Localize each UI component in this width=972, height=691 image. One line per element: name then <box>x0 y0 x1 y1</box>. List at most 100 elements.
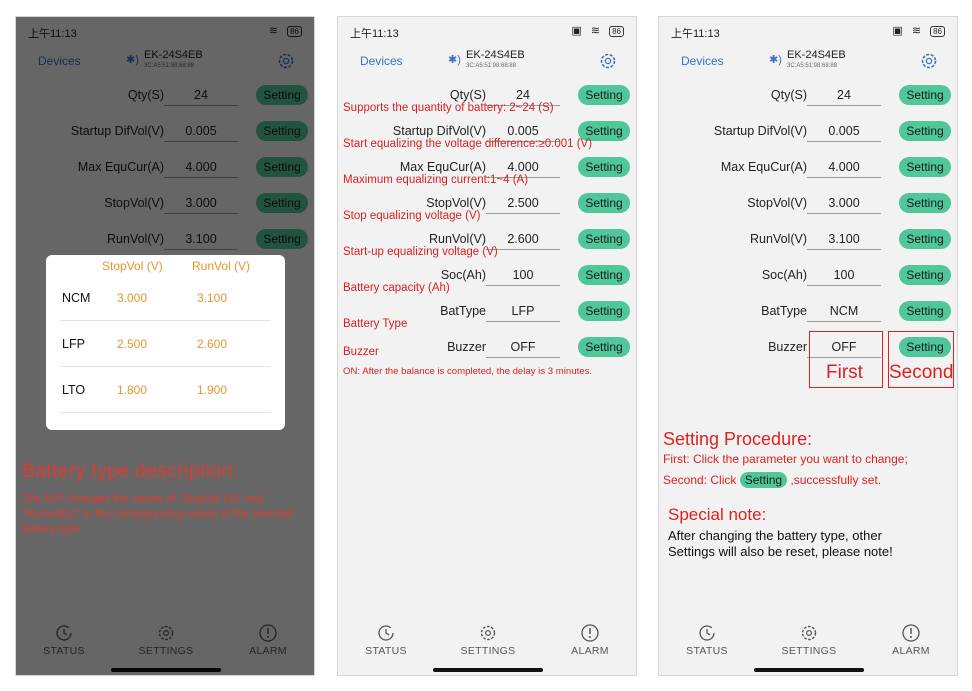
second-label: Second <box>889 362 954 383</box>
dialog-option-lfp[interactable]: LFP 2.500 2.600 <box>60 321 271 367</box>
option-stopvol: 3.000 <box>117 291 148 305</box>
nav-label: STATUS <box>365 645 407 657</box>
param-label: RunVol(V) <box>429 232 486 246</box>
param-label: Max EquCur(A) <box>399 160 486 174</box>
setting-button[interactable]: Setting <box>578 337 630 357</box>
param-row: Startup DifVol(V)0.005 Setting <box>659 120 957 144</box>
param-value-field[interactable]: 4.000 <box>807 160 881 178</box>
setting-button[interactable]: Setting <box>899 157 951 177</box>
procedure-title: Setting Procedure: <box>663 429 813 449</box>
param-value-field[interactable]: OFF <box>486 340 560 358</box>
app-header: Devices ✱) EK-24S4EB 3C:A5:51:98:68:88 <box>659 45 957 87</box>
param-label: Startup DifVol(V) <box>392 124 486 138</box>
dialog-col-runvol: RunVol (V) <box>192 259 251 273</box>
param-value-field[interactable]: 3.100 <box>807 232 881 250</box>
param-value-field[interactable]: 100 <box>486 268 560 286</box>
bottom-nav: STATUS SETTINGS ALARM <box>338 619 636 665</box>
param-row: StopVol(V)3.000 Setting <box>659 192 957 216</box>
setting-button[interactable]: Setting <box>578 265 630 285</box>
alert-icon <box>902 624 920 642</box>
home-indicator <box>433 668 543 672</box>
wifi-icon: ≋ <box>911 25 925 37</box>
gear-icon <box>480 625 496 641</box>
special-note-text: After changing the battery type, other S… <box>668 528 893 559</box>
device-name: EK-24S4EB <box>466 49 525 61</box>
param-label: Startup DifVol(V) <box>713 124 807 138</box>
devices-button[interactable]: Devices <box>360 54 403 68</box>
option-name: LTO <box>62 383 86 397</box>
param-note: Start equalizing the voltage difference:… <box>343 138 593 150</box>
dialog-option-lto[interactable]: LTO 1.800 1.900 <box>60 367 271 413</box>
status-time: 上午11:13 <box>671 28 720 40</box>
setting-button[interactable]: Setting <box>899 229 951 249</box>
option-runvol: 2.600 <box>197 337 228 351</box>
alert-icon <box>581 624 599 642</box>
gear-icon[interactable] <box>598 51 618 71</box>
param-value-field[interactable]: 3.000 <box>807 196 881 214</box>
nav-settings[interactable]: SETTINGS <box>769 623 849 657</box>
param-label: Qty(S) <box>449 88 486 102</box>
setting-button[interactable]: Setting <box>899 265 951 285</box>
param-note: Battery capacity (Ah) <box>343 282 450 294</box>
param-row: Max EquCur(A)4.000 Setting <box>659 156 957 180</box>
param-label: Buzzer <box>768 340 807 354</box>
setting-button[interactable]: Setting <box>578 85 630 105</box>
option-name: NCM <box>62 291 91 305</box>
device-mac: 3C:A5:51:98:68:88 <box>787 63 838 69</box>
param-label: BatType <box>440 304 486 318</box>
nav-status[interactable]: STATUS <box>667 623 747 657</box>
gear-icon[interactable] <box>919 51 939 71</box>
nav-settings[interactable]: SETTINGS <box>448 623 528 657</box>
param-note: Battery Type <box>343 318 408 330</box>
nav-alarm[interactable]: ALARM <box>871 623 951 657</box>
setting-button[interactable]: Setting <box>578 157 630 177</box>
param-label: Soc(Ah) <box>761 268 807 282</box>
setting-button[interactable]: Setting <box>899 193 951 213</box>
dialog-option-ncm[interactable]: NCM 3.000 3.100 <box>60 275 271 321</box>
procedure-step-second: Second: Click Setting ,successfully set. <box>663 472 881 488</box>
param-label: Qty(S) <box>770 88 807 102</box>
param-label: StopVol(V) <box>747 196 807 210</box>
param-label: Buzzer <box>447 340 486 354</box>
setting-button[interactable]: Setting <box>899 301 951 321</box>
param-row: Qty(S)24 Setting <box>659 84 957 108</box>
devices-button[interactable]: Devices <box>681 54 724 68</box>
setting-button[interactable]: Setting <box>578 301 630 321</box>
setting-button[interactable]: Setting <box>578 229 630 249</box>
param-value-field[interactable]: NCM <box>807 304 881 322</box>
status-icons: ▣ ≋ 86 <box>571 24 624 37</box>
param-value-field[interactable]: 0.005 <box>807 124 881 142</box>
battery-type-desc-text: The APP changes the values of "StopVol (… <box>22 493 293 535</box>
phone-screen-setting-procedure: 上午11:13 ▣ ≋ 86 Devices ✱) EK-24S4EB 3C:A… <box>658 16 958 676</box>
setting-button[interactable]: Setting <box>899 85 951 105</box>
gear-icon <box>801 625 817 641</box>
battery-icon: 86 <box>930 26 945 37</box>
battery-type-desc-title: Battery type description: <box>22 461 239 482</box>
nav-label: ALARM <box>892 645 930 657</box>
battery-type-dialog: StopVol (V) RunVol (V) NCM 3.000 3.100 L… <box>46 255 285 430</box>
param-value-field[interactable]: LFP <box>486 304 560 322</box>
param-value-field[interactable]: 100 <box>807 268 881 286</box>
special-note-title: Special note: <box>668 505 767 524</box>
param-row: Buzzer OFF Setting <box>338 336 636 360</box>
nfc-icon: ▣ <box>571 25 585 37</box>
nav-label: ALARM <box>571 645 609 657</box>
param-label: BatType <box>761 304 807 318</box>
param-note: Stop equalizing voltage (V) <box>343 210 481 222</box>
setting-button[interactable]: Setting <box>899 121 951 141</box>
option-stopvol: 1.800 <box>117 383 148 397</box>
nav-label: SETTINGS <box>460 645 516 657</box>
param-note: Maximum equalizing current:1~4 (A) <box>343 174 529 186</box>
buzzer-on-note: ON: After the balance is completed, the … <box>343 366 593 377</box>
home-indicator <box>754 668 864 672</box>
param-note: Buzzer <box>343 346 379 358</box>
param-value-field[interactable]: 24 <box>807 88 881 106</box>
nav-alarm[interactable]: ALARM <box>550 623 630 657</box>
param-value-field[interactable]: 2.500 <box>486 196 560 214</box>
battery-icon: 86 <box>609 26 624 37</box>
setting-button[interactable]: Setting <box>578 193 630 213</box>
history-icon <box>699 625 715 641</box>
nfc-icon: ▣ <box>892 25 906 37</box>
nav-status[interactable]: STATUS <box>346 623 426 657</box>
dialog-col-stopvol: StopVol (V) <box>102 259 163 273</box>
